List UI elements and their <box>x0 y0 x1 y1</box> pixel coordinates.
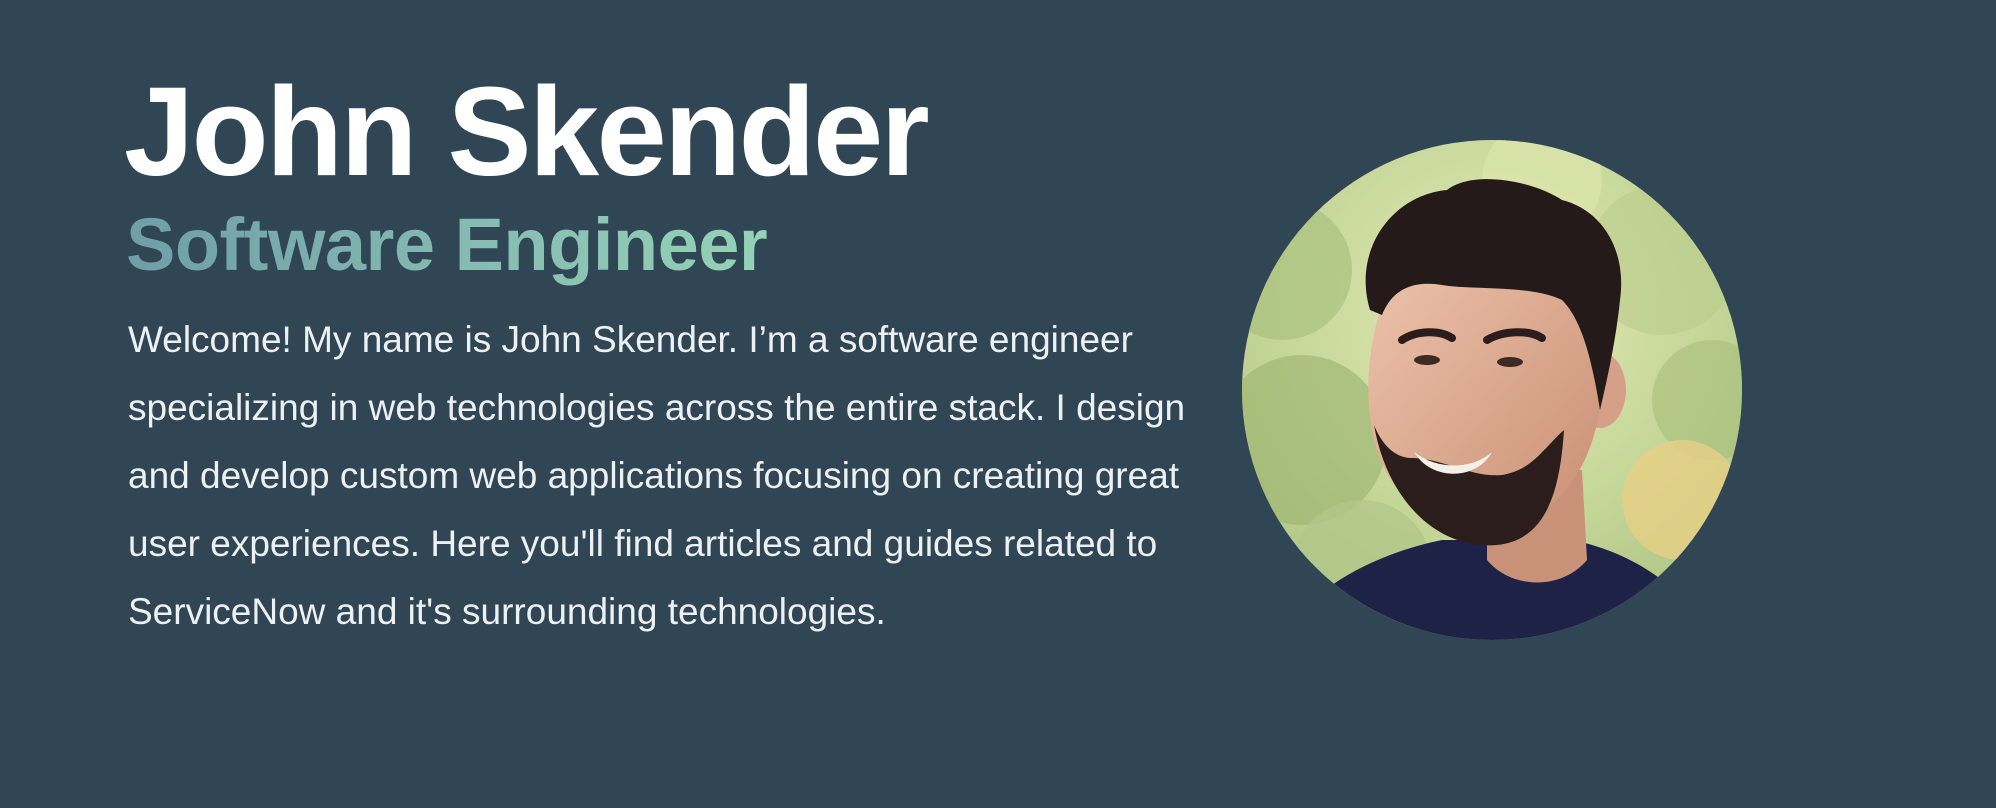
intro-paragraph: Welcome! My name is John Skender. I’m a … <box>128 319 1186 632</box>
job-title: Software Engineer <box>126 200 768 290</box>
avatar <box>1242 140 1742 640</box>
profile-photo-icon <box>1242 140 1742 640</box>
page-title: John Skender <box>124 61 930 202</box>
hero-section: John Skender Software Engineer Welcome! … <box>0 0 1996 808</box>
